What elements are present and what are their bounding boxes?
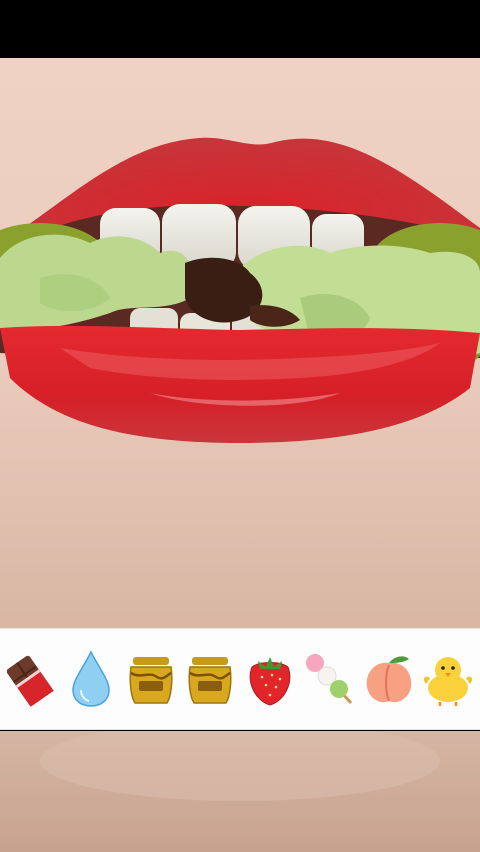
strawberry-icon[interactable]	[242, 647, 298, 711]
water-drop-icon[interactable]	[63, 647, 119, 711]
honey-pot-icon[interactable]	[182, 647, 238, 711]
lips-closeup-image	[0, 58, 480, 628]
honey-pot-icon[interactable]	[123, 647, 179, 711]
emoji-reaction-bar	[0, 628, 480, 730]
chin-closeup-image	[0, 731, 480, 852]
dango-icon[interactable]	[301, 647, 357, 711]
top-black-bar	[0, 0, 480, 58]
video-bottom-frame	[0, 731, 480, 852]
chocolate-bar-icon[interactable]	[4, 647, 60, 711]
peach-icon[interactable]	[361, 647, 417, 711]
baby-chick-icon[interactable]	[420, 647, 476, 711]
video-frame[interactable]	[0, 58, 480, 628]
